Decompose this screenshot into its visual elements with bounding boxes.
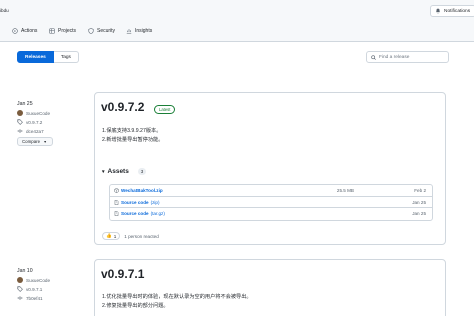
file-zip-icon (114, 199, 119, 205)
tags-tab-button[interactable]: Tags (53, 51, 79, 63)
compare-label: Compare (22, 139, 41, 144)
file-zip-icon (114, 211, 119, 216)
release-note-line: 2.修复批量导出的部分问题。 (102, 303, 169, 309)
release-date: Jan 25 (17, 101, 33, 107)
reaction-count: 1 (113, 233, 117, 239)
release-notes: 1.优化批量导出时的体验，现在默认录为空的用户将不会被导出。 2.修复批量导出的… (102, 293, 252, 311)
tab-projects-label: Projects (58, 28, 77, 34)
shield-icon (88, 28, 94, 34)
tag-name: v0.9.7.1 (26, 286, 43, 292)
tab-insights-label: Insights (135, 28, 153, 34)
release-commit-link[interactable]: dce42a7 (17, 128, 53, 134)
tab-actions[interactable]: Actions (12, 28, 37, 34)
package-icon (114, 188, 119, 193)
tag-name: v0.9.7.2 (26, 119, 43, 125)
releases-tab-button[interactable]: Releases (17, 51, 54, 63)
reactions-bar: 👍 1 1 person reacted (102, 232, 159, 240)
tab-projects[interactable]: Projects (49, 28, 76, 34)
avatar (17, 277, 23, 283)
author-name: SuxueCode (26, 277, 51, 283)
release-sidebar: Jan 25 SuxueCode v0.9.7.2 dce42a7 Compar… (17, 101, 53, 146)
assets-toggle[interactable]: ▾ Assets 3 (102, 168, 147, 175)
notifications-label: Notifications (444, 8, 471, 14)
play-circle-icon (12, 28, 18, 34)
asset-date: Feb 2 (414, 188, 426, 193)
compare-button[interactable]: Compare ▾ (17, 137, 53, 146)
tab-security-label: Security (97, 28, 116, 34)
asset-link[interactable]: Source code (tar.gz) (114, 211, 165, 216)
repo-tabs: s Actions Projects Security Insights (0, 22, 474, 42)
top-bar: ibdu Notifications (0, 0, 474, 22)
tab-security[interactable]: Security (88, 28, 115, 34)
commit-icon (17, 129, 23, 133)
commit-hash: dce42a7 (26, 128, 44, 134)
release-title[interactable]: v0.9.7.1 (101, 267, 144, 281)
release-card: v0.9.7.1 1.优化批量导出时的体验，现在默认录为空的用户将不会被导出。 … (94, 259, 446, 316)
author-name: SuxueCode (26, 110, 51, 116)
asset-ext: (tar.gz) (150, 211, 165, 216)
reaction-summary: 1 person reacted (124, 233, 159, 239)
assets-count: 3 (137, 168, 147, 175)
tab-actions-label: Actions (21, 28, 38, 34)
release-notes: 1.保底支持3.9.9.27版本。 2.新增批量导出暂停功能。 (102, 127, 163, 145)
release-author[interactable]: SuxueCode (17, 110, 53, 116)
assets-list: WechatBakTool.zip 25.5 MB Feb 2 Source c… (109, 184, 433, 221)
asset-ext: (zip) (150, 199, 160, 205)
triangle-down-icon: ▾ (102, 168, 105, 175)
releases-subnav: Releases Tags (17, 51, 79, 63)
assets-label: Assets (107, 168, 129, 175)
release-note-line: 1.保底支持3.9.9.27版本。 (102, 128, 162, 134)
latest-badge: Latest (154, 105, 176, 114)
commit-hash: 7b0ef41 (26, 295, 43, 301)
release-sidebar: Jan 10 SuxueCode v0.9.7.1 7b0ef41 (17, 268, 50, 301)
graph-icon (126, 29, 132, 34)
asset-row: Source code (zip) Jan 25 (110, 197, 432, 208)
release-tag-link[interactable]: v0.9.7.1 (17, 286, 50, 292)
search-placeholder: Find a release (379, 54, 410, 60)
search-icon (371, 54, 376, 60)
asset-row: Source code (tar.gz) Jan 25 (110, 208, 432, 220)
tag-icon (17, 119, 23, 125)
avatar (17, 110, 23, 116)
bell-icon (435, 8, 441, 14)
asset-date: Jan 25 (412, 199, 426, 205)
repo-name-fragment[interactable]: ibdu (0, 8, 9, 13)
asset-date: Jan 25 (412, 211, 426, 216)
asset-name: Source code (121, 211, 149, 216)
notifications-button[interactable]: Notifications (430, 5, 474, 17)
release-card: v0.9.7.2 Latest 1.保底支持3.9.9.27版本。 2.新增批量… (94, 92, 446, 245)
tab-insights[interactable]: Insights (126, 28, 152, 34)
asset-size: 25.5 MB (336, 188, 354, 193)
release-commit-link[interactable]: 7b0ef41 (17, 295, 50, 301)
release-search-input[interactable]: Find a release (366, 51, 449, 63)
release-title[interactable]: v0.9.7.2 (101, 100, 144, 114)
asset-name: Source code (121, 199, 149, 205)
release-note-line: 2.新增批量导出暂停功能。 (102, 137, 164, 143)
asset-row: WechatBakTool.zip 25.5 MB Feb 2 (110, 185, 432, 197)
table-icon (49, 28, 55, 34)
asset-link[interactable]: Source code (zip) (114, 200, 160, 205)
release-date: Jan 10 (17, 268, 33, 274)
asset-name: WechatBakTool.zip (121, 188, 163, 193)
release-tag-link[interactable]: v0.9.7.2 (17, 119, 53, 125)
release-author[interactable]: SuxueCode (17, 277, 50, 283)
thumbs-up-reaction[interactable]: 👍 1 (102, 232, 121, 240)
asset-link[interactable]: WechatBakTool.zip (114, 188, 163, 193)
commit-icon (17, 296, 23, 300)
release-note-line: 1.优化批量导出时的体验，现在默认录为空的用户将不会被导出。 (102, 294, 252, 300)
tag-icon (17, 286, 23, 292)
chevron-down-icon: ▾ (44, 139, 47, 144)
thumbs-up-icon: 👍 (106, 233, 112, 238)
